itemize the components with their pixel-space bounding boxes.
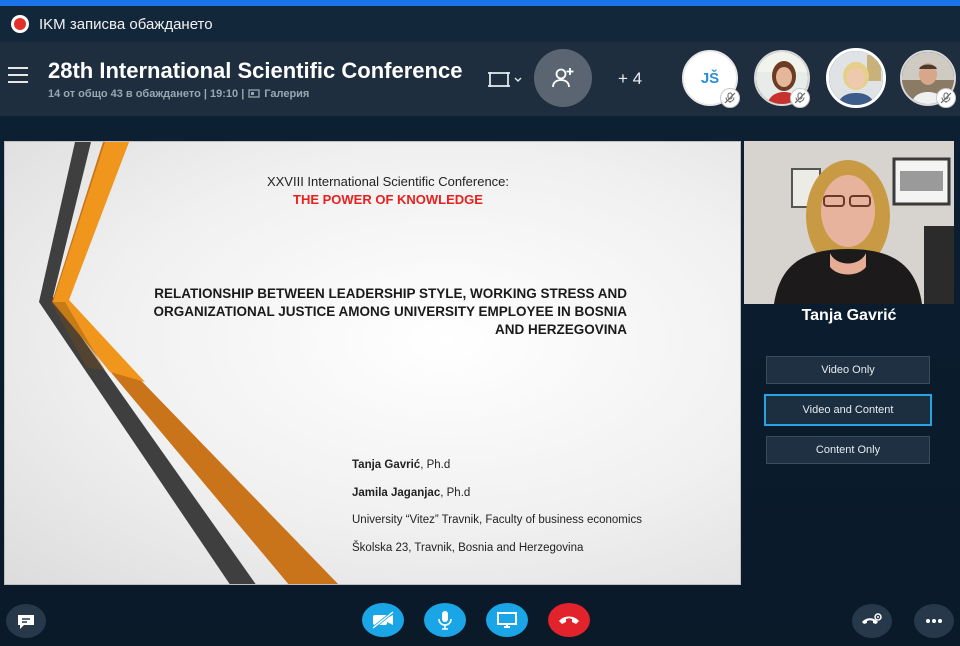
layout-switch-button[interactable]: [488, 69, 524, 91]
author-2-degree: , Ph.d: [440, 487, 471, 499]
hamburger-menu-icon[interactable]: [8, 67, 28, 83]
recording-icon: [11, 15, 29, 33]
call-status: 14 от общо 43 в обаждането | 19:10 |: [48, 88, 245, 100]
hang-up-button[interactable]: [548, 603, 590, 637]
muted-mic-icon: [720, 88, 740, 108]
video-toggle-button[interactable]: [362, 603, 404, 637]
slide-conference-line: XXVIII International Scientific Conferen…: [266, 174, 510, 189]
layout-icon: [488, 72, 522, 87]
speaker-name: Tanja Gavrić: [801, 307, 897, 324]
slide-theme: THE POWER OF KNOWLEDGE: [293, 192, 483, 207]
author-1-name: Tanja Gavrić: [352, 459, 421, 471]
avatar-initials: JŠ: [700, 69, 720, 87]
video-only-button[interactable]: Video Only: [766, 356, 930, 384]
author-1-degree: , Ph.d: [420, 459, 451, 471]
muted-mic-icon: [790, 88, 810, 108]
video-and-content-button[interactable]: Video and Content: [764, 394, 932, 426]
speaker-video-frame: [744, 141, 954, 304]
call-settings-button[interactable]: [852, 604, 892, 638]
screen-share-icon: [497, 612, 517, 628]
slide-address: Školska 23, Travnik, Bosnia and Herzegov…: [352, 542, 584, 554]
add-person-icon: [552, 68, 574, 88]
call-header: 28th International Scientific Conference…: [0, 42, 960, 116]
author-2-name: Jamila Jaganjac: [352, 487, 441, 499]
hang-up-icon: [559, 616, 579, 624]
microphone-icon: [438, 611, 452, 630]
slide-author-2: Jamila Jaganjac, Ph.d: [352, 487, 470, 499]
share-screen-button[interactable]: [486, 603, 528, 637]
microphone-button[interactable]: [424, 603, 466, 637]
recording-text: IKM записва обаждането: [39, 15, 213, 33]
slide-author-1: Tanja Gavrić, Ph.d: [352, 459, 450, 471]
content-only-button[interactable]: Content Only: [766, 436, 930, 464]
participant-avatar-woman-blonde[interactable]: [826, 48, 886, 108]
call-settings-icon: [862, 613, 882, 624]
shared-content-slide: XXVIII International Scientific Conferen…: [4, 141, 741, 585]
slide-university: University “Vitez” Travnik, Faculty of b…: [352, 514, 642, 526]
slide-title: RELATIONSHIP BETWEEN LEADERSHIP STYLE, W…: [117, 285, 627, 339]
gallery-label[interactable]: Галерия: [264, 88, 309, 100]
chat-button[interactable]: [6, 604, 46, 638]
more-participants-count[interactable]: + 4: [618, 69, 642, 89]
gallery-icon: [248, 89, 260, 98]
chat-icon: [18, 615, 34, 629]
recording-bar: IKM записва обаждането: [0, 6, 960, 42]
call-title: 28th International Scientific Conference: [48, 58, 463, 83]
add-participant-button[interactable]: [534, 49, 592, 107]
slide-title-line-2: ORGANIZATIONAL JUSTICE AMONG UNIVERSITY …: [153, 304, 627, 319]
call-subtitle: 14 от общо 43 в обаждането | 19:10 | Гал…: [48, 88, 309, 100]
slide-title-line-1: RELATIONSHIP BETWEEN LEADERSHIP STYLE, W…: [154, 286, 627, 301]
more-options-button[interactable]: [914, 604, 954, 638]
participant-photo: [829, 51, 883, 105]
muted-mic-icon: [936, 88, 956, 108]
call-window: IKM записва обаждането 28th Internationa…: [0, 0, 960, 646]
slide-title-line-3: AND HERZEGOVINA: [494, 322, 627, 337]
more-icon: [926, 619, 942, 623]
speaker-video[interactable]: [744, 141, 954, 304]
video-off-icon: [372, 611, 394, 629]
